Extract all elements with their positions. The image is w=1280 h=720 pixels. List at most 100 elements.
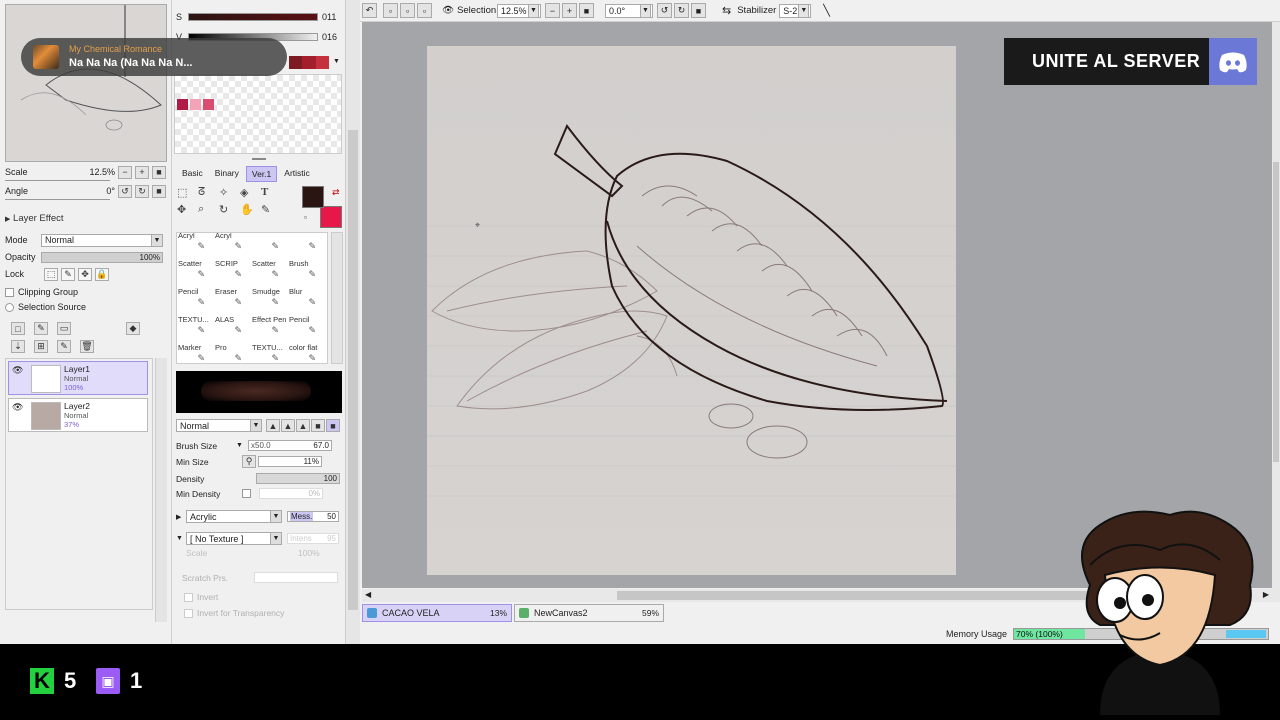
discord-banner[interactable]: UNITE AL SERVER — [1004, 38, 1257, 85]
brush-tool-slot[interactable]: Pencil ✎ — [288, 313, 318, 339]
lock-move-icon[interactable]: ✥ — [78, 267, 92, 281]
density-slider[interactable]: 100 — [256, 473, 340, 484]
canvas-vertical-scrollbar[interactable] — [1272, 22, 1280, 602]
eyedropper-icon[interactable]: ✎ — [261, 203, 282, 216]
transparent-color-icon[interactable]: ▫ — [304, 213, 307, 222]
texture-select[interactable]: [ No Texture ] ▼ — [186, 532, 282, 545]
scale-slider[interactable] — [5, 180, 110, 181]
color-swatch[interactable] — [177, 99, 188, 110]
color-swatch[interactable] — [203, 99, 214, 110]
panel-splitter[interactable] — [252, 158, 266, 160]
foreground-color[interactable] — [302, 186, 324, 208]
layer-row-layer2[interactable]: 👁 Layer2 Normal 37% — [8, 398, 148, 432]
tab-binary[interactable]: Binary — [210, 166, 244, 182]
brush-shape-3-icon[interactable]: ▲ — [296, 419, 310, 432]
min-density-slider[interactable]: 0% — [259, 488, 323, 499]
zoom-fit-icon[interactable]: ■ — [579, 3, 594, 18]
swap-colors-icon[interactable]: ⇄ — [332, 187, 340, 198]
move-icon[interactable]: ✥ — [177, 203, 198, 216]
tab-basic[interactable]: Basic — [177, 166, 208, 182]
zoom-tool-icon[interactable]: ⌕ — [198, 203, 219, 216]
lock-all-icon[interactable]: 🔒 — [95, 267, 109, 281]
selection-toggle[interactable]: 👁 Selection — [442, 3, 496, 18]
collapse-icon[interactable]: ▼ — [176, 535, 186, 542]
expand-icon[interactable]: ▶ — [176, 513, 186, 521]
layer-row-layer1[interactable]: 👁 Layer1 Normal 100% — [8, 361, 148, 395]
tool-grid-scrollbar[interactable] — [331, 232, 343, 364]
brush-tool-slot[interactable]: Acryl ✎ — [214, 233, 244, 255]
lock-transparency-icon[interactable]: ⬚ — [44, 267, 58, 281]
rotate-right-icon[interactable]: ↻ — [674, 3, 689, 18]
color-swatch[interactable] — [190, 99, 201, 110]
new-folder-icon[interactable]: ▭ — [57, 322, 71, 335]
rotate-left-button[interactable]: ↺ — [118, 184, 132, 198]
clear-layer-icon[interactable]: ✎ — [57, 340, 71, 353]
palette-menu-icon[interactable]: ▼ — [333, 58, 340, 65]
zoom-in-button[interactable]: + — [135, 165, 149, 179]
new-layer-icon[interactable]: □ — [11, 322, 25, 335]
chevron-down-icon[interactable]: ▼ — [236, 442, 248, 449]
brush-tool-slot[interactable]: Brush ✎ — [288, 257, 318, 283]
navigator-thumbnail[interactable] — [5, 4, 167, 162]
new-linework-layer-icon[interactable]: ✎ — [34, 322, 48, 335]
invert-transparency-checkbox[interactable] — [184, 608, 193, 618]
rect-select-icon[interactable]: ⬚ — [177, 186, 198, 199]
rotate-reset-button[interactable]: ■ — [152, 184, 166, 198]
brush-tool-slot[interactable]: Scatter ✎ — [177, 257, 207, 283]
fill-icon[interactable]: ◈ — [240, 186, 261, 199]
zoom-in-icon[interactable]: + — [562, 3, 577, 18]
merge-down-icon[interactable]: ⊞ — [34, 340, 48, 353]
opacity-slider[interactable]: 100% — [41, 251, 163, 263]
brush-size-slider[interactable]: x50.0 67.0 — [248, 440, 332, 451]
invert-checkbox[interactable] — [184, 592, 193, 602]
brush-shape-2-icon[interactable]: ▲ — [281, 419, 295, 432]
rotate-tool-icon[interactable]: ↻ — [219, 203, 240, 216]
swatch-palette[interactable] — [174, 74, 342, 154]
mode-select[interactable]: Normal ▼ — [41, 233, 163, 247]
brush-tool-slot[interactable]: Marker ✎ — [177, 341, 207, 363]
tab-artistic[interactable]: Artistic — [279, 166, 315, 182]
text-tool-icon[interactable]: T — [261, 186, 282, 199]
saturation-slider[interactable] — [188, 12, 318, 21]
brush-blend-select[interactable]: Normal ▼ — [176, 419, 262, 432]
undo-icon[interactable]: ↶ — [362, 3, 377, 18]
deselect-icon[interactable]: ▫ — [400, 3, 415, 18]
min-density-checkbox[interactable] — [242, 489, 251, 498]
stabilizer-select[interactable]: S-2 ▼ — [779, 3, 812, 18]
zoom-select[interactable]: 12.5% ▼ — [497, 3, 541, 18]
mess-slider[interactable]: Mess. 50 — [287, 511, 339, 522]
lock-paint-icon[interactable]: ✎ — [61, 267, 75, 281]
scratch-slider[interactable] — [254, 572, 338, 583]
invert-selection-icon[interactable]: ▫ — [417, 3, 432, 18]
brush-tool-slot[interactable]: TEXTU... ✎ — [251, 341, 283, 363]
zoom-reset-button[interactable]: ■ — [152, 165, 166, 179]
lasso-icon[interactable]: ᘔ — [198, 186, 219, 199]
angle-slider[interactable] — [5, 199, 110, 200]
rotate-left-icon[interactable]: ↺ — [657, 3, 672, 18]
brush-tool-slot[interactable]: SCRIP ✎ — [214, 257, 244, 283]
selection-source-row[interactable]: Selection Source — [5, 300, 86, 314]
document-tab-newcanvas2[interactable]: NewCanvas2 59% — [514, 604, 664, 622]
hand-icon[interactable]: ✋ — [240, 203, 261, 216]
document-tab-cacao-vela[interactable]: CACAO VELA 13% — [362, 604, 512, 622]
flip-icon[interactable]: ⇆ — [722, 4, 731, 17]
palette-strip[interactable] — [289, 56, 329, 69]
eye-icon[interactable]: 👁 — [12, 365, 24, 377]
zoom-out-button[interactable]: − — [118, 165, 132, 179]
brush-tool-slot[interactable]: ALAS ✎ — [214, 313, 244, 339]
brush-tool-slot[interactable]: Pro ✎ — [214, 341, 244, 363]
brush-tool-slot[interactable]: Pencil ✎ — [177, 285, 207, 311]
background-color[interactable] — [320, 206, 342, 228]
clipping-group-checkbox[interactable] — [5, 287, 14, 297]
brush-shape-1-icon[interactable]: ▲ — [266, 419, 280, 432]
clipping-group-row[interactable]: Clipping Group — [5, 285, 78, 299]
pressure-icon[interactable]: ⚲ — [242, 455, 256, 468]
brush-tool-slot[interactable]: Blur ✎ — [288, 285, 318, 311]
layer-mask-icon[interactable]: ◆ — [126, 322, 140, 335]
brush-shape-4-icon[interactable]: ■ — [311, 419, 325, 432]
delete-layer-icon[interactable]: 🗑 — [80, 340, 94, 353]
selection-source-radio[interactable] — [5, 302, 14, 312]
tool-panel-scrollbar[interactable] — [345, 0, 360, 644]
brush-tool-slot[interactable]: color flat ✎ — [288, 341, 318, 363]
brush-tool-slot[interactable]: Acryl ✎ — [177, 233, 207, 255]
